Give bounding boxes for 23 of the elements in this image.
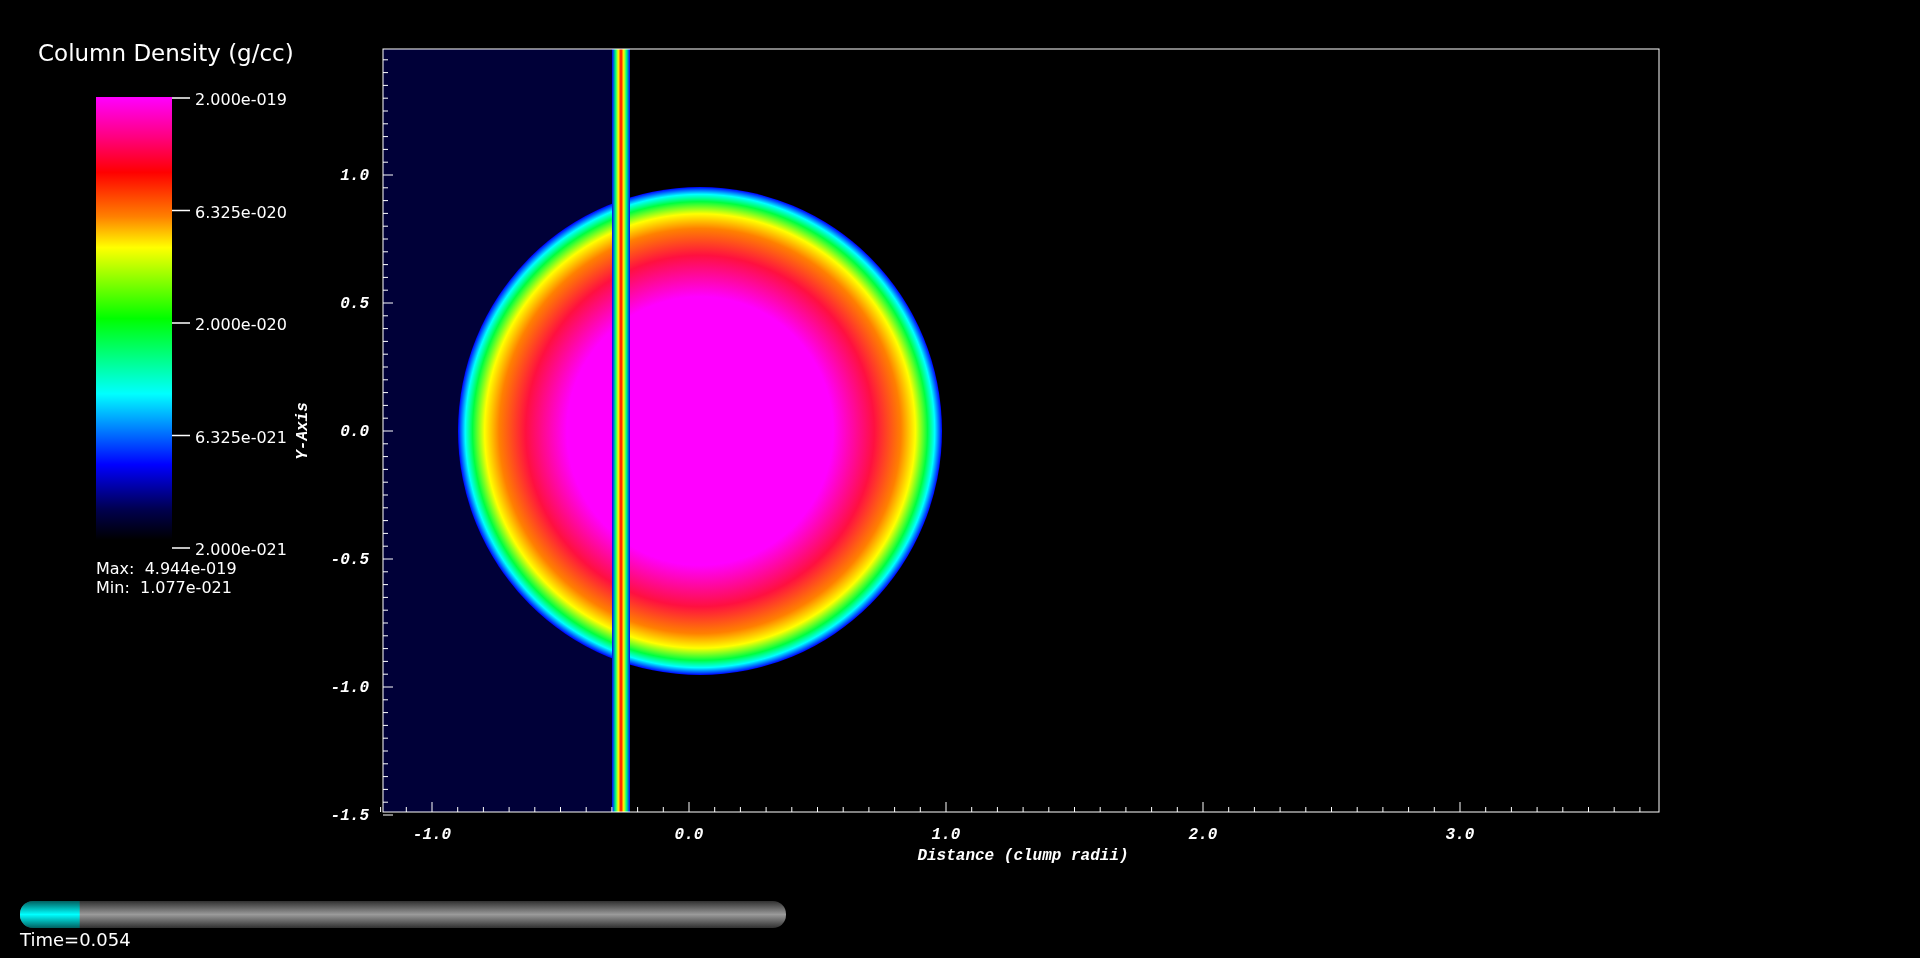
min-value-label: Min: 1.077e-021	[96, 578, 232, 597]
y-axis-title: Y-Axis	[294, 402, 312, 460]
y-tick-label: -1.0	[330, 679, 369, 697]
y-tick-label: 0.5	[340, 295, 369, 313]
y-tick-label: -1.5	[330, 807, 369, 825]
y-tick-label: 1.0	[340, 167, 369, 185]
x-tick-label: 0.0	[674, 826, 704, 844]
legend-value-label: 6.325e-021	[195, 427, 287, 447]
y-tick-label: -0.5	[330, 551, 369, 569]
y-tick-label: 0.0	[340, 423, 369, 441]
legend-value-label: 6.325e-020	[195, 202, 287, 222]
legend-title: Column Density (g/cc)	[38, 40, 294, 66]
time-label: Time=0.054	[20, 929, 131, 950]
x-axis-title: Distance (clump radii)	[917, 847, 1129, 865]
legend-value-label: 2.000e-021	[195, 540, 287, 559]
time-slider[interactable]	[20, 901, 786, 928]
x-tick-label: 3.0	[1445, 826, 1475, 844]
max-value-label: Max: 4.944e-019	[96, 559, 237, 578]
x-tick-label: 2.0	[1188, 826, 1218, 844]
x-tick-label: -1.0	[412, 826, 452, 844]
legend-value-label: 2.000e-020	[195, 315, 287, 334]
legend-value-label: 2.000e-019	[195, 90, 287, 109]
x-tick-label: 1.0	[931, 826, 961, 844]
